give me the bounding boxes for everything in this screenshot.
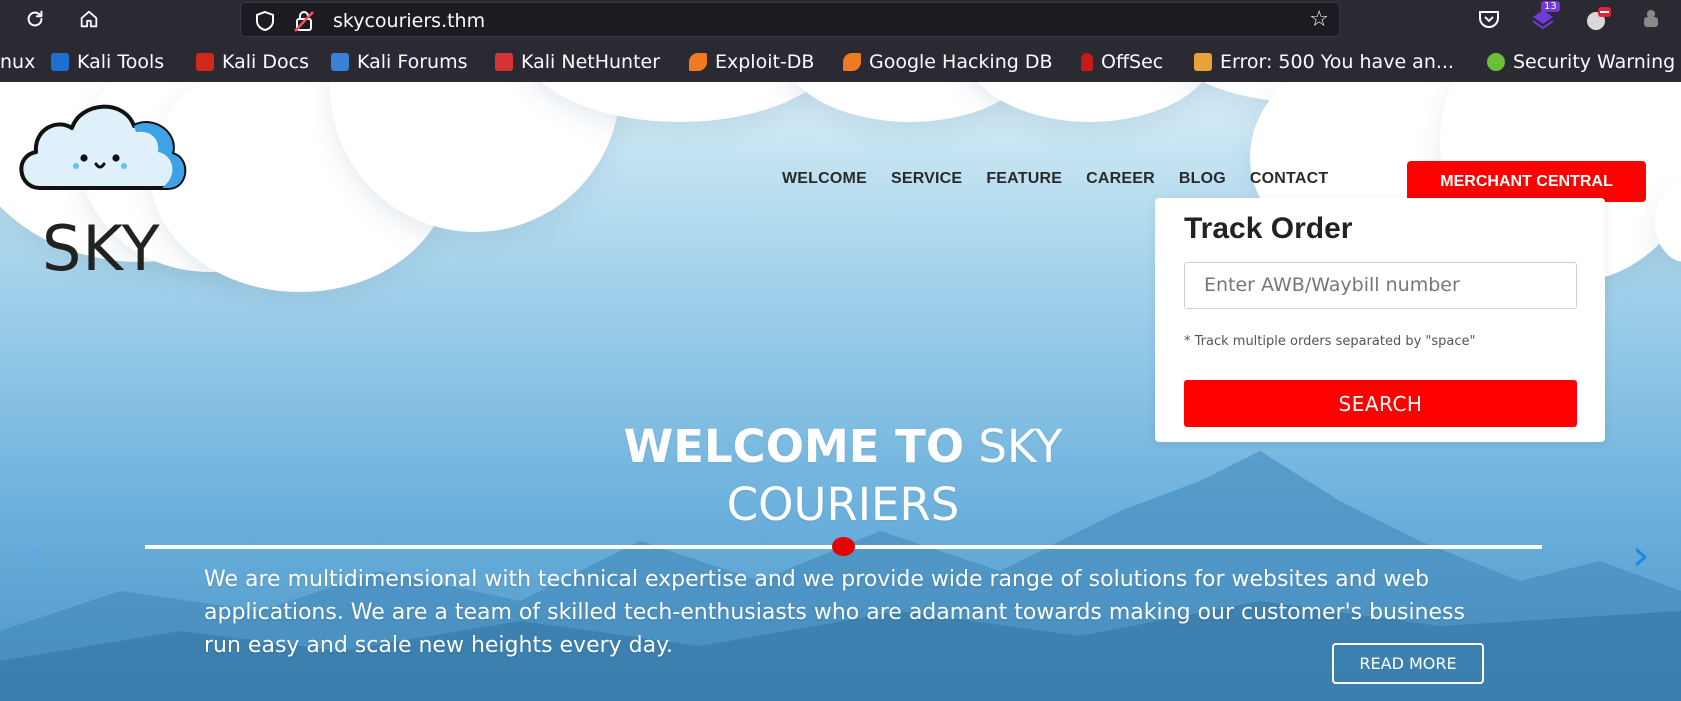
bookmark-kali-docs[interactable]: Kali Docs — [196, 49, 309, 75]
logo-text: SKY — [42, 212, 161, 285]
bookmark-kali-nethunter[interactable]: Kali NetHunter — [495, 49, 660, 75]
bookmark-label: Kali Docs — [222, 51, 309, 73]
bookmark-kali-tools[interactable]: Kali Tools — [51, 49, 164, 75]
nav-feature[interactable]: FEATURE — [986, 170, 1062, 188]
cloud-mascot-icon — [19, 104, 187, 190]
joomla-icon — [1194, 53, 1212, 71]
hero-title-bold: WELCOME TO — [623, 420, 965, 473]
bookmark-security-warning[interactable]: Security Warning — [1487, 49, 1675, 75]
offsec-icon — [1081, 53, 1093, 71]
merchant-central-button[interactable]: MERCHANT CENTRAL — [1407, 161, 1646, 202]
url-text: skycouriers.thm — [333, 10, 486, 32]
bookmark-offsec[interactable]: OffSec — [1081, 49, 1163, 75]
nav-career[interactable]: CAREER — [1086, 170, 1155, 188]
slider-prev-arrow-icon[interactable]: ‹ — [24, 530, 42, 581]
track-order-card: Track Order Enter AWB/Waybill number * T… — [1155, 198, 1605, 442]
track-order-title: Track Order — [1184, 212, 1353, 245]
bookmark-label: Exploit-DB — [715, 51, 815, 73]
hero-title: WELCOME TO SKY COURIERS — [460, 418, 1226, 534]
tracking-shield-icon[interactable] — [255, 10, 275, 36]
bookmark-label: Google Hacking DB — [869, 51, 1053, 73]
read-more-button[interactable]: READ MORE — [1332, 643, 1484, 684]
bookmark-error-500[interactable]: Error: 500 You have an... — [1194, 49, 1454, 75]
address-bar[interactable]: skycouriers.thm ☆ — [240, 2, 1340, 37]
awb-input[interactable]: Enter AWB/Waybill number — [1184, 262, 1577, 309]
main-nav: WELCOME SERVICE FEATURE CAREER BLOG CONT… — [782, 170, 1352, 188]
exploit-db-icon — [689, 53, 707, 71]
hero-title-couriers: COURIERS — [726, 478, 960, 531]
bookmark-label: nux — [0, 51, 36, 73]
bookmarks-toolbar: nux Kali Tools Kali Docs Kali Forums Kal… — [0, 44, 1681, 80]
bookmark-label: Kali NetHunter — [521, 51, 661, 73]
bookmark-label: Security Warning — [1513, 51, 1676, 73]
extension-badge: 13 — [1541, 1, 1560, 12]
bookmark-star-icon[interactable]: ☆ — [1309, 7, 1329, 32]
bookmark-label: OffSec — [1101, 51, 1164, 73]
ghdb-icon — [843, 53, 861, 71]
kali-tools-icon — [51, 53, 69, 71]
reload-icon[interactable] — [22, 6, 48, 32]
insecure-lock-icon[interactable] — [293, 9, 315, 37]
kali-docs-icon — [196, 53, 214, 71]
nav-blog[interactable]: BLOG — [1179, 170, 1226, 188]
nav-service[interactable]: SERVICE — [891, 170, 962, 188]
puzzle-extensions-icon[interactable] — [1638, 6, 1664, 32]
cloud — [960, 82, 1220, 122]
bookmark-exploit-db[interactable]: Exploit-DB — [689, 49, 814, 75]
security-warning-icon — [1487, 53, 1505, 71]
bookmark-google-hacking-db[interactable]: Google Hacking DB — [843, 49, 1053, 75]
nav-contact[interactable]: CONTACT — [1250, 170, 1328, 188]
track-note: * Track multiple orders separated by "sp… — [1184, 334, 1476, 349]
nav-welcome[interactable]: WELCOME — [782, 170, 867, 188]
site-logo[interactable]: SKY — [12, 94, 192, 285]
bookmark-label: Kali Tools — [77, 51, 165, 73]
slider-next-arrow-icon[interactable]: › — [1632, 530, 1650, 581]
browser-toolbar: skycouriers.thm ☆ 13 — [0, 0, 1681, 38]
kali-forums-icon — [331, 53, 349, 71]
bookmark-label: Kali Forums — [357, 51, 468, 73]
blocker-extension-icon[interactable] — [1585, 6, 1611, 32]
bookmark-kali-linux[interactable]: nux — [0, 49, 35, 75]
home-icon[interactable] — [76, 6, 102, 32]
slider-dot[interactable] — [832, 537, 855, 556]
bookmark-label: Error: 500 You have an... — [1220, 51, 1454, 73]
bookmark-kali-forums[interactable]: Kali Forums — [331, 49, 468, 75]
pocket-icon[interactable] — [1476, 6, 1502, 32]
search-button[interactable]: SEARCH — [1184, 380, 1577, 427]
web-page: SKY WELCOME SERVICE FEATURE CAREER BLOG … — [0, 82, 1681, 701]
hero-description: We are multidimensional with technical e… — [204, 567, 1465, 658]
hero-title-sky: SKY — [978, 420, 1063, 473]
kali-nethunter-icon — [495, 53, 513, 71]
